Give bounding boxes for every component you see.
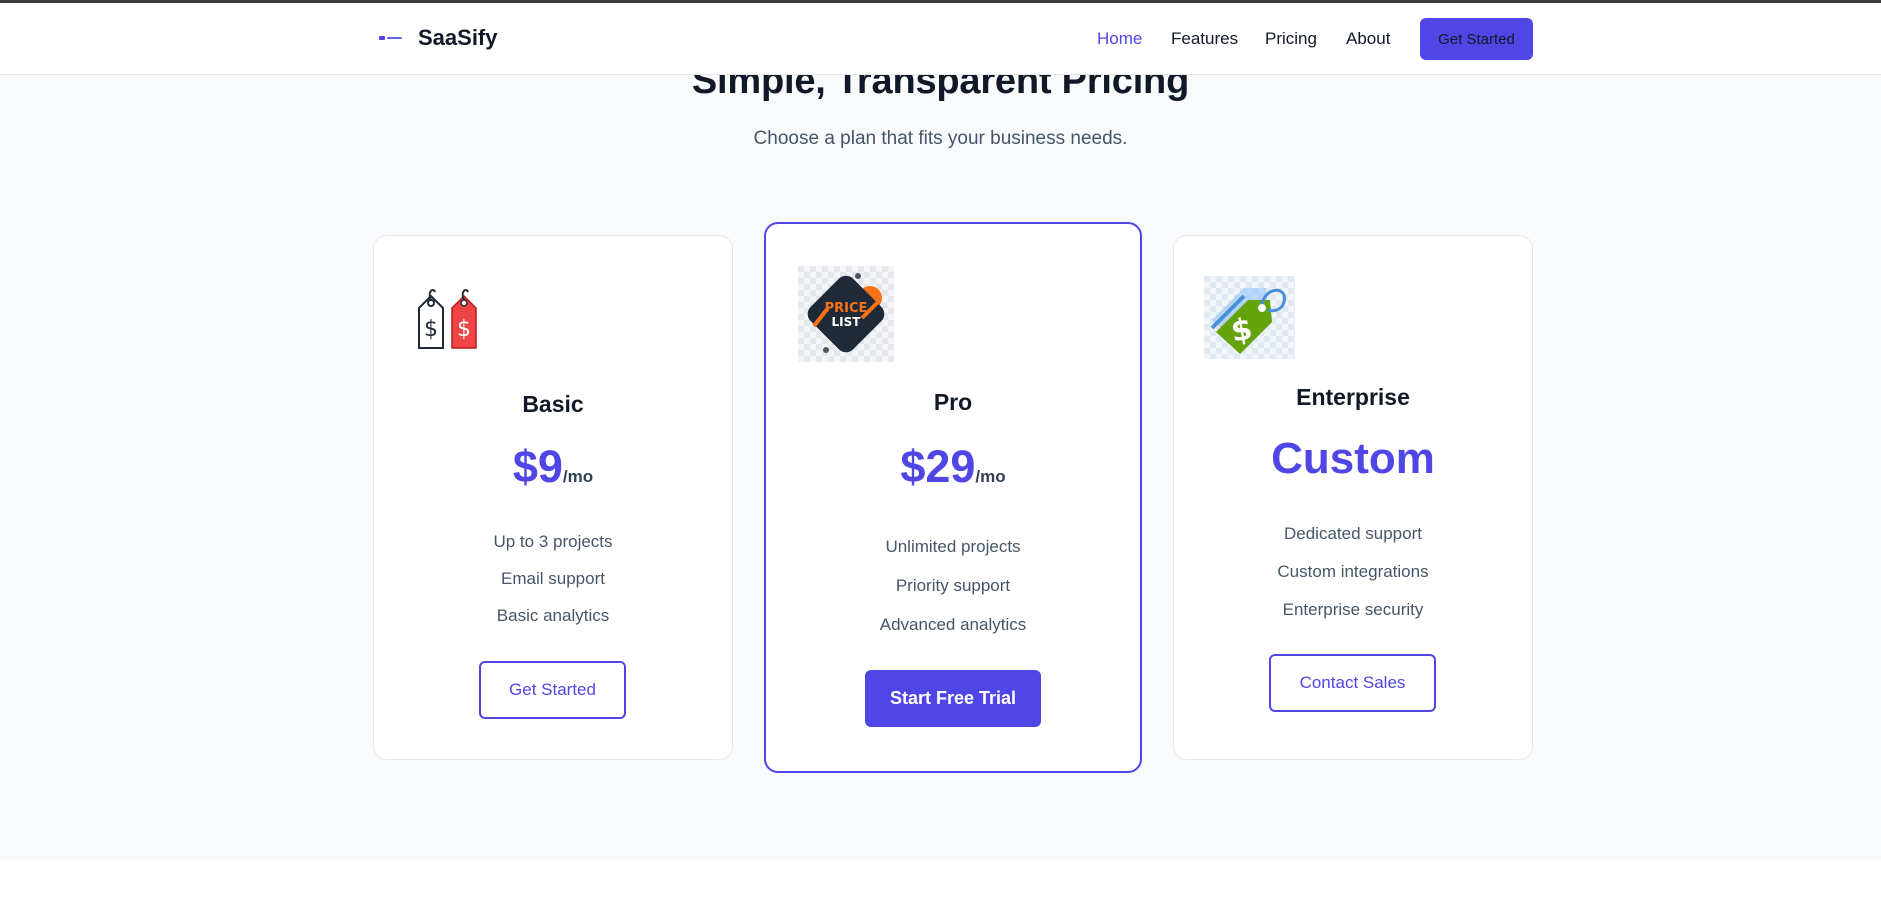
feature-item: Advanced analytics (879, 615, 1027, 634)
feature-item: Up to 3 projects (493, 532, 613, 551)
svg-text:$: $ (457, 317, 471, 342)
feature-item: Email support (501, 569, 605, 588)
plan-price: $29/mo (766, 441, 1140, 493)
brand-logo-icon (378, 25, 404, 51)
contact-sales-button[interactable]: Contact Sales (1269, 654, 1436, 712)
price-tags-icon: $ $ (413, 286, 487, 357)
pricing-card-enterprise: $ Enterprise Custom Dedicated support Cu… (1173, 235, 1533, 760)
feature-item: Custom integrations (1277, 562, 1429, 581)
feature-item: Priority support (895, 576, 1011, 595)
plan-price: Custom (1174, 434, 1532, 484)
feature-list: Up to 3 projects Email support Basic ana… (374, 532, 732, 626)
svg-text:$: $ (424, 317, 438, 342)
feature-list: Unlimited projects Priority support Adva… (766, 537, 1140, 635)
plan-name: Enterprise (1296, 384, 1410, 410)
pricing-card-basic: $ $ Basic $9/mo Up to 3 projects Email s… (373, 235, 733, 760)
page-subtitle: Choose a plan that fits your business ne… (753, 128, 1128, 149)
price-period: /mo (562, 467, 594, 486)
nav-get-started-button[interactable]: Get Started (1420, 18, 1533, 60)
svg-text:LIST: LIST (832, 315, 862, 329)
brand-name: SaaSify (418, 25, 498, 50)
feature-item: Basic analytics (496, 606, 610, 625)
nav-about-link[interactable]: About (1346, 29, 1390, 49)
nav-pricing-link[interactable]: Pricing (1265, 29, 1317, 49)
price-amount: Custom (1271, 434, 1435, 483)
feature-item: Unlimited projects (885, 537, 1021, 556)
price-amount: $9 (512, 441, 563, 492)
feature-item: Dedicated support (1284, 524, 1422, 543)
nav-home-link[interactable]: Home (1097, 29, 1142, 49)
plan-name: Basic (522, 391, 584, 417)
feature-list: Dedicated support Custom integrations En… (1174, 524, 1532, 620)
navbar: SaaSify Home Features Pricing About Get … (0, 3, 1881, 75)
price-amount: $29 (900, 441, 976, 492)
feature-item: Enterprise security (1282, 600, 1424, 619)
start-free-trial-button[interactable]: Start Free Trial (865, 670, 1041, 727)
brand[interactable]: SaaSify (378, 25, 498, 51)
pricing-card-pro: PRICE LIST Pro $29/mo Unlimited projects… (764, 222, 1142, 773)
nav-features-link[interactable]: Features (1171, 29, 1238, 49)
price-period: /mo (975, 467, 1006, 486)
price-list-badge-icon: PRICE LIST (798, 266, 894, 367)
plan-name: Pro (933, 389, 973, 415)
dollar-tag-icon: $ (1204, 276, 1295, 364)
svg-text:PRICE: PRICE (825, 301, 868, 316)
plan-price: $9/mo (374, 441, 732, 493)
basic-get-started-button[interactable]: Get Started (479, 661, 626, 719)
